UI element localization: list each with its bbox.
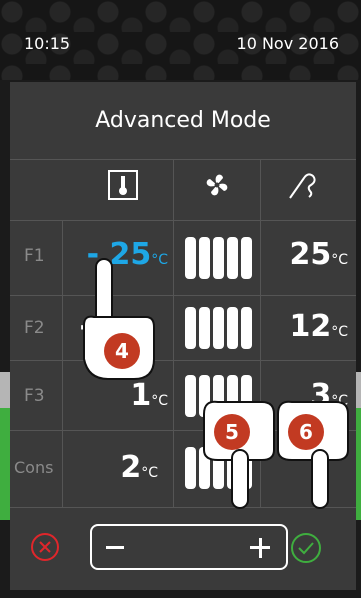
row-label-f2: F2 (24, 318, 45, 338)
row-label-cons: Cons (14, 458, 54, 477)
f1-fan-level[interactable] (185, 237, 253, 279)
value-stepper (90, 524, 288, 570)
status-bar: 10:15 10 Nov 2016 (0, 0, 361, 80)
dialog-title: Advanced Mode (10, 82, 356, 160)
pointing-hand-icon: 5 (203, 400, 275, 509)
check-circle-icon[interactable] (290, 532, 322, 564)
cons-temperature[interactable]: 2°C (68, 450, 158, 485)
callout-6: 6 (299, 420, 313, 444)
pointing-hand-icon: 4 (83, 258, 155, 380)
f2-hook-value[interactable]: 12°C (268, 309, 348, 344)
fan-icon (206, 174, 228, 196)
clock-time: 10:15 (24, 34, 71, 53)
x-circle-icon[interactable] (30, 532, 60, 562)
advanced-mode-dialog: Advanced Mode F1 - 25°C 25°C F2 - 12°C F… (10, 82, 356, 590)
pointing-hand-icon: 6 (277, 400, 349, 509)
thermometer-icon (108, 170, 138, 200)
f1-hook-value[interactable]: 25°C (268, 237, 348, 272)
callout-5: 5 (225, 420, 239, 444)
hook-icon (289, 173, 316, 199)
row-label-f3: F3 (24, 386, 45, 406)
clock-date: 10 Nov 2016 (236, 34, 339, 53)
minus-icon[interactable] (106, 546, 124, 549)
row-label-f1: F1 (24, 246, 45, 266)
callout-4: 4 (115, 339, 129, 363)
f2-fan-level[interactable] (185, 307, 253, 349)
